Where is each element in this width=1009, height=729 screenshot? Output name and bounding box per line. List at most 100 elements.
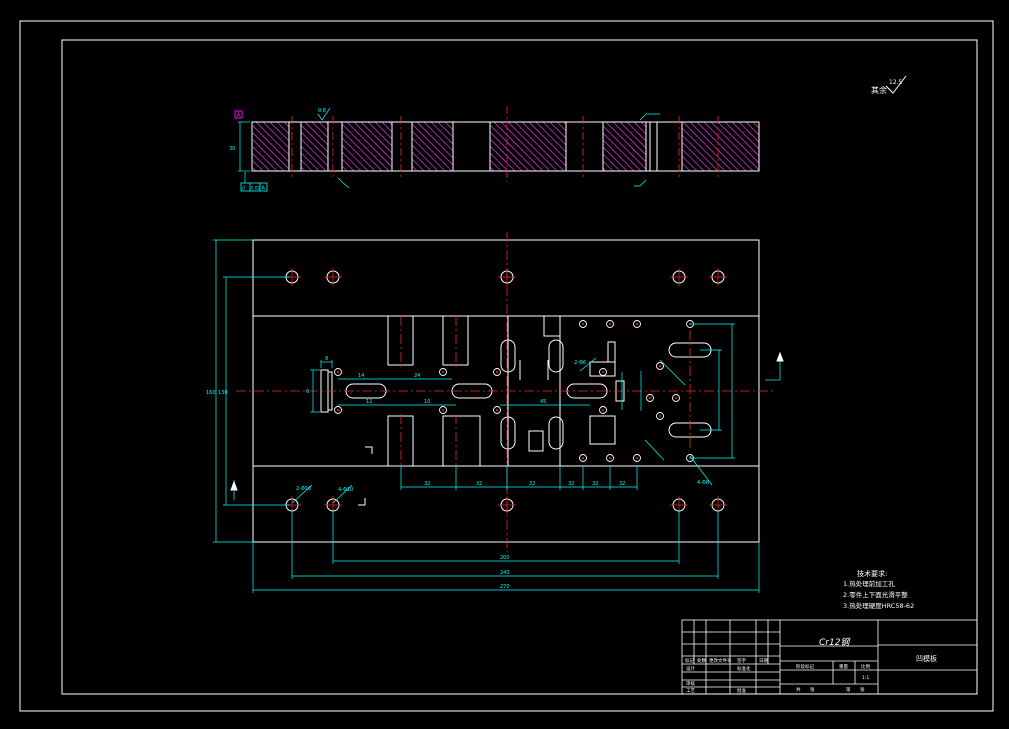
hatch-line [451, 122, 502, 171]
hatch-line [262, 122, 313, 171]
hatch-line [388, 122, 439, 171]
hatch-line [675, 122, 726, 171]
cavity-rect [387, 315, 414, 366]
sheet-label: 张 [810, 686, 815, 693]
roughness-prefix: 其余 [871, 85, 887, 95]
inner-dim: 6 [306, 389, 309, 395]
pin-hole-center [636, 457, 638, 459]
pin-hole-center [659, 365, 661, 367]
pin-hole-center [582, 457, 584, 459]
hatch-line [253, 122, 285, 171]
revision-label: 处数 [697, 657, 706, 664]
material-label: Cr12钢 [819, 637, 851, 648]
hatch-line [717, 122, 759, 171]
hole-note: 2-Φ10 [296, 486, 311, 492]
sign-label: 审核 [686, 680, 695, 687]
sign-label: 标准化 [737, 665, 751, 672]
cavity-inner-lines [519, 360, 549, 380]
cavity-rect [442, 315, 469, 366]
hatch-line [619, 122, 670, 171]
hatch-line [353, 122, 404, 171]
hatch-line [493, 122, 544, 171]
section-view: A 30 // 0.02 A 0.8 [200, 106, 865, 192]
revision-label: 标记 [685, 657, 694, 664]
hatch-line [253, 122, 292, 171]
revision-label: 日期 [759, 658, 768, 664]
hatch-line [760, 122, 809, 171]
hatch-line [612, 122, 663, 171]
stage-label: 比例 [861, 663, 870, 670]
hatch-line [549, 122, 600, 171]
hatch-line [360, 122, 411, 171]
chain-dim: 32 [568, 481, 574, 487]
hatch-line [374, 122, 425, 171]
hatch-line [325, 122, 376, 171]
hatch-line [654, 122, 705, 171]
chain-dim: 32 [476, 481, 482, 487]
pin-hole-center [582, 323, 584, 325]
pin-hole-center [609, 323, 611, 325]
pin-hole-center [659, 415, 661, 417]
hatch-line [458, 122, 509, 171]
part-name: 凹模板 [916, 654, 937, 663]
cavity-small [589, 415, 616, 445]
cavity-rect [387, 415, 414, 467]
hatch-line [605, 122, 656, 171]
cavity-small [607, 341, 616, 363]
hatch-line [528, 122, 579, 171]
chain-dim: 32 [592, 481, 598, 487]
hatch-line [788, 122, 837, 171]
thickness-value: 30 [229, 146, 235, 152]
flatness-datum: A [262, 186, 266, 192]
hatch-line [591, 122, 642, 171]
hatch-line [570, 122, 621, 171]
hatch-line [507, 122, 558, 171]
section-hatching [200, 122, 865, 171]
corner-roughness-note: 其余 12.5 [871, 75, 907, 95]
plan-view: 270 240 200 160 130 2-Φ10 4-Φ10 2-Φ6 4-Φ… [206, 232, 784, 593]
chain-dim: 32 [529, 481, 535, 487]
overall-height-dim: 160 [206, 390, 216, 396]
hatch-line [696, 122, 747, 171]
hatch-line [795, 122, 844, 171]
tech-title: 技术要求: [857, 569, 887, 578]
hatch-line [767, 122, 816, 171]
sign-label: 批准 [737, 687, 746, 694]
cavity-small [528, 430, 544, 452]
tech-item: 1.热处理前加工孔 [843, 579, 895, 588]
inner-dim: 8 [325, 356, 328, 362]
pin-hole-center [636, 323, 638, 325]
pin-hole-center [442, 409, 444, 411]
cad-drawing-canvas[interactable]: 其余 12.5 A 30 // 0.02 A 0.8 270 240 200 1… [0, 0, 1009, 729]
hole-note: 2-Φ6 [574, 360, 586, 366]
hatch-line [584, 122, 635, 171]
hatch-line [647, 122, 698, 171]
hatch-line [731, 122, 759, 171]
datum-marker: A [234, 110, 243, 119]
pin-hole-center [496, 409, 498, 411]
hatch-line [304, 122, 355, 171]
revision-label: 更改文件号 [709, 657, 732, 664]
plan-center-lines [236, 232, 775, 552]
hatch-line [500, 122, 551, 171]
hatch-line [444, 122, 495, 171]
corner-mark-icon [365, 446, 373, 454]
stage-label: 重量 [839, 663, 848, 670]
pin-hole-center [337, 409, 339, 411]
hatch-line [346, 122, 397, 171]
hole-span-outer-dim: 240 [500, 570, 510, 576]
pin-hole-center [442, 371, 444, 373]
hatch-line [200, 122, 249, 171]
hatch-line [423, 122, 474, 171]
hatch-line [311, 122, 362, 171]
hatch-line [339, 122, 390, 171]
hatch-line [437, 122, 488, 171]
hatch-line [816, 122, 865, 171]
hatch-line [297, 122, 348, 171]
hatch-line [472, 122, 523, 171]
hole-note: 4-Φ10 [338, 487, 353, 493]
hatch-line [640, 122, 691, 171]
hatch-line [710, 122, 759, 171]
inner-dim: 45 [540, 399, 546, 405]
pin-hole-center [649, 397, 651, 399]
